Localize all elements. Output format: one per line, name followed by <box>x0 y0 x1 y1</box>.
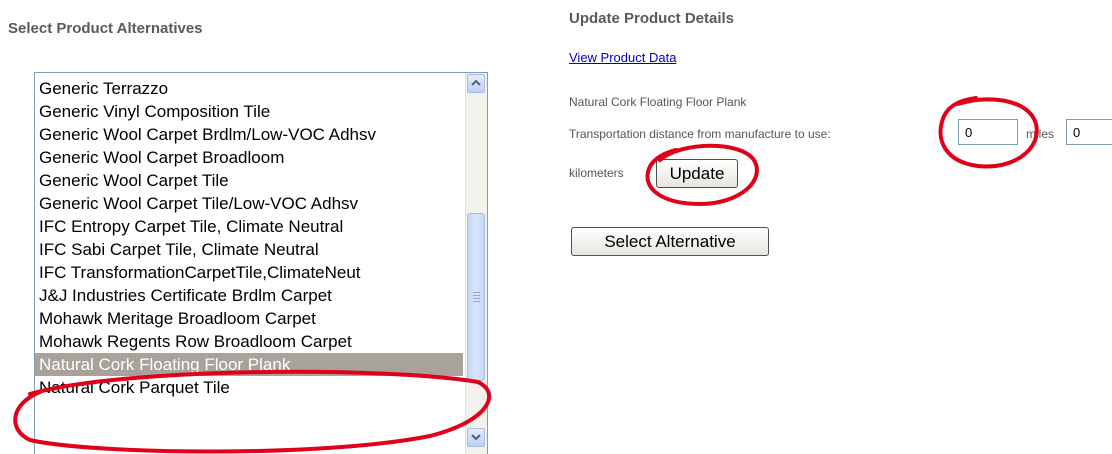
list-item-selected[interactable]: Natural Cork Floating Floor Plank <box>35 353 463 376</box>
select-alternative-button[interactable]: Select Alternative <box>571 227 769 256</box>
chevron-down-icon <box>471 434 481 441</box>
scroll-up-button[interactable] <box>467 74 485 93</box>
list-item[interactable]: Natural Cork Parquet Tile <box>35 376 463 399</box>
list-item[interactable]: Mohawk Meritage Broadloom Carpet <box>35 307 463 330</box>
list-item[interactable]: Generic Vinyl Composition Tile <box>35 100 463 123</box>
list-item[interactable]: IFC TransformationCarpetTile,ClimateNeut <box>35 261 463 284</box>
list-item[interactable]: IFC Sabi Carpet Tile, Climate Neutral <box>35 238 463 261</box>
distance-miles-input[interactable] <box>958 119 1018 145</box>
scroll-down-button[interactable] <box>467 428 485 447</box>
chevron-up-icon <box>471 79 481 86</box>
view-product-data-link[interactable]: View Product Data <box>569 50 676 65</box>
list-item[interactable]: Generic Terrazzo <box>35 77 463 100</box>
kilometers-label: kilometers <box>569 166 624 180</box>
list-item[interactable]: Generic Wool Carpet Tile <box>35 169 463 192</box>
listbox-scrollbar[interactable] <box>465 73 487 454</box>
product-name: Natural Cork Floating Floor Plank <box>569 95 747 109</box>
list-item[interactable]: Generic Wool Carpet Brdlm/Low-VOC Adhsv <box>35 123 463 146</box>
select-alternatives-heading: Select Product Alternatives <box>8 20 203 37</box>
scroll-thumb[interactable] <box>467 213 485 381</box>
product-listbox[interactable]: Generic Terrazzo Generic Vinyl Compositio… <box>34 72 488 454</box>
product-list: Generic Terrazzo Generic Vinyl Compositio… <box>35 77 463 399</box>
list-item[interactable]: Mohawk Regents Row Broadloom Carpet <box>35 330 463 353</box>
update-details-heading: Update Product Details <box>569 10 735 27</box>
miles-label: miles <box>1026 127 1055 141</box>
list-item[interactable]: J&J Industries Certificate Brdlm Carpet <box>35 284 463 307</box>
distance-label: Transportation distance from manufacture… <box>569 127 831 141</box>
distance-km-input[interactable] <box>1066 119 1112 145</box>
update-button[interactable]: Update <box>656 159 738 188</box>
list-item[interactable]: Generic Wool Carpet Tile/Low-VOC Adhsv <box>35 192 463 215</box>
list-item[interactable]: Generic Wool Carpet Broadloom <box>35 146 463 169</box>
list-item[interactable]: IFC Entropy Carpet Tile, Climate Neutral <box>35 215 463 238</box>
